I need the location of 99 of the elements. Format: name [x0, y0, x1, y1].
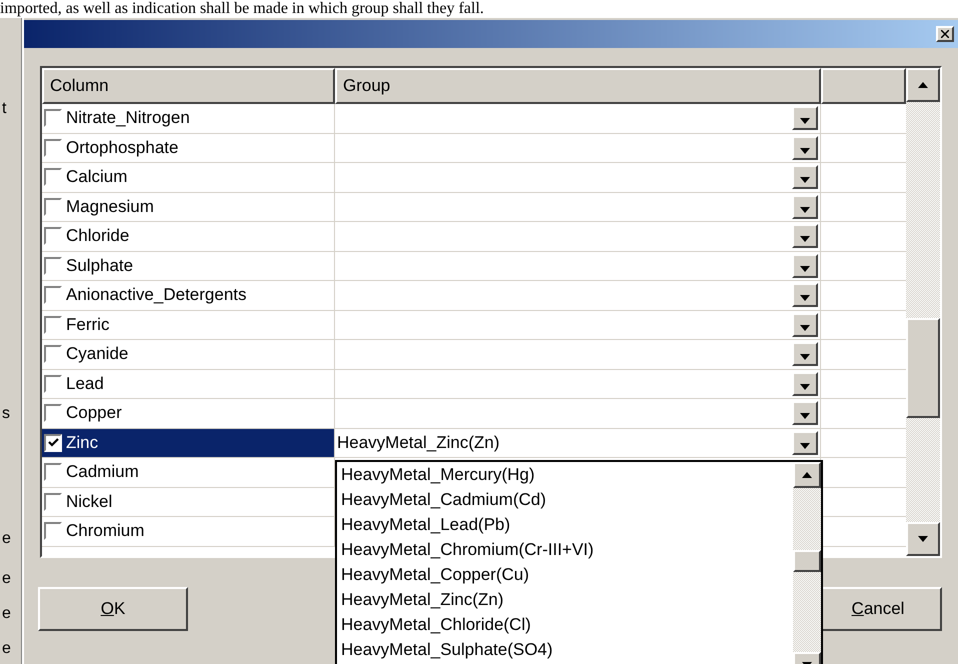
down-arrow-icon	[800, 295, 810, 302]
column-cell[interactable]: Nickel	[42, 488, 335, 516]
down-arrow-icon	[918, 536, 928, 542]
group-cell[interactable]	[335, 370, 821, 398]
column-name: Ferric	[66, 314, 110, 335]
column-cell[interactable]: Ortophosphate	[42, 134, 335, 162]
group-cell[interactable]	[335, 252, 821, 280]
check-icon	[48, 438, 58, 448]
dropdown-button[interactable]	[792, 312, 818, 337]
dropdown-button[interactable]	[792, 194, 818, 219]
down-arrow-icon	[800, 206, 810, 213]
group-cell[interactable]	[335, 163, 821, 192]
column-name: Anionactive_Detergents	[66, 285, 247, 306]
up-arrow-icon	[802, 472, 812, 478]
down-arrow-icon	[800, 148, 810, 154]
column-name: Copper	[66, 403, 122, 424]
column-cell[interactable]: Calcium	[42, 163, 335, 192]
dropdown-scrollbar[interactable]	[793, 462, 821, 664]
column-cell[interactable]: Anionactive_Detergents	[42, 281, 335, 310]
down-arrow-icon	[800, 442, 810, 449]
scroll-thumb[interactable]	[793, 550, 821, 572]
dropdown-item[interactable]: HeavyMetal_Chloride(Cl)	[337, 612, 793, 637]
column-name: Zinc	[66, 432, 98, 453]
column-cell[interactable]: Zinc	[42, 428, 335, 457]
close-button[interactable]	[936, 26, 954, 42]
column-header[interactable]: Group	[335, 68, 821, 104]
group-cell[interactable]: HeavyMetal_Zinc(Zn)	[335, 428, 821, 457]
column-cell[interactable]: Sulphate	[42, 252, 335, 280]
column-cell[interactable]: Chloride	[42, 222, 335, 250]
scroll-up-button[interactable]	[793, 462, 821, 488]
dropdown-button[interactable]	[792, 401, 818, 426]
column-name: Cyanide	[66, 344, 128, 364]
group-cell[interactable]	[335, 134, 821, 162]
group-cell[interactable]	[335, 281, 821, 310]
dropdown-button[interactable]	[792, 165, 818, 190]
down-arrow-icon	[800, 266, 810, 272]
group-cell[interactable]	[335, 192, 821, 221]
dropdown-item[interactable]: HeavyMetal_Lead(Pb)	[337, 512, 793, 537]
background-text: e	[2, 640, 11, 658]
checkbox[interactable]	[44, 434, 62, 452]
down-arrow-icon	[800, 236, 810, 242]
dropdown-item[interactable]: HeavyMetal_Chromium(Cr-III+VI)	[337, 537, 793, 562]
group-value: HeavyMetal_Zinc(Zn)	[336, 432, 500, 454]
down-arrow-icon	[800, 413, 810, 420]
column-name: Magnesium	[66, 196, 154, 217]
dropdown-button[interactable]	[792, 283, 818, 308]
column-name: Nickel	[66, 492, 112, 512]
column-cell[interactable]: Chromium	[42, 517, 335, 546]
down-arrow-icon	[800, 177, 810, 184]
column-name: Sulphate	[66, 256, 134, 276]
group-cell[interactable]	[335, 399, 821, 428]
down-arrow-icon	[800, 354, 810, 360]
dropdown-item[interactable]: HeavyMetal_Copper(Cu)	[337, 562, 793, 587]
background-text: e	[2, 605, 11, 623]
group-cell[interactable]	[335, 222, 821, 250]
background-text: e	[2, 570, 11, 588]
scroll-down-button[interactable]	[906, 522, 940, 556]
background-text: s	[2, 405, 10, 423]
dropdown-button[interactable]	[792, 372, 818, 396]
background-text: e	[2, 530, 11, 548]
dropdown-item[interactable]: HeavyMetal_Zinc(Zn)	[337, 587, 793, 612]
column-cell[interactable]: Ferric	[42, 310, 335, 339]
background-text: t	[2, 100, 6, 118]
vertical-scrollbar[interactable]	[906, 68, 940, 556]
down-arrow-icon	[800, 118, 810, 124]
column-cell[interactable]: Cadmium	[42, 458, 335, 486]
column-cell[interactable]: Lead	[42, 370, 335, 398]
ok-button[interactable]: OK	[38, 587, 188, 631]
column-name: Cadmium	[66, 462, 139, 482]
dropdown-item[interactable]: HeavyMetal_Sulphate(SO4)	[337, 637, 793, 662]
column-name: Calcium	[66, 167, 128, 188]
column-name: Chromium	[66, 521, 144, 542]
close-icon	[941, 30, 949, 38]
column-name: Chloride	[66, 226, 130, 246]
dropdown-item[interactable]: HeavyMetal_Cadmium(Cd)	[337, 487, 793, 512]
column-cell[interactable]: Copper	[42, 399, 335, 428]
group-cell[interactable]	[335, 310, 821, 339]
dropdown-button[interactable]	[792, 254, 818, 278]
dropdown-button[interactable]	[792, 342, 818, 366]
column-header[interactable]: Column	[42, 68, 335, 104]
dropdown-button[interactable]	[792, 136, 818, 160]
group-cell[interactable]	[335, 340, 821, 368]
document-text: imported, as well as indication shall be made in which group shall they fall.	[0, 0, 485, 18]
column-name: Ortophosphate	[66, 138, 178, 158]
dropdown-item[interactable]: HeavyMetal_Mercury(Hg)	[337, 462, 793, 487]
scroll-up-button[interactable]	[906, 68, 940, 102]
column-name: Nitrate_Nitrogen	[66, 108, 190, 128]
column-cell[interactable]: Cyanide	[42, 340, 335, 368]
down-arrow-icon	[800, 324, 810, 331]
column-name: Lead	[66, 374, 104, 394]
group-cell[interactable]	[335, 104, 821, 132]
scroll-thumb[interactable]	[906, 318, 940, 418]
down-arrow-icon	[800, 384, 810, 390]
dropdown-button[interactable]	[792, 430, 818, 455]
column-cell[interactable]: Nitrate_Nitrogen	[42, 104, 335, 132]
column-cell[interactable]: Magnesium	[42, 192, 335, 221]
dropdown-button[interactable]	[792, 106, 818, 130]
up-arrow-icon	[918, 82, 928, 88]
dropdown-button[interactable]	[792, 224, 818, 248]
